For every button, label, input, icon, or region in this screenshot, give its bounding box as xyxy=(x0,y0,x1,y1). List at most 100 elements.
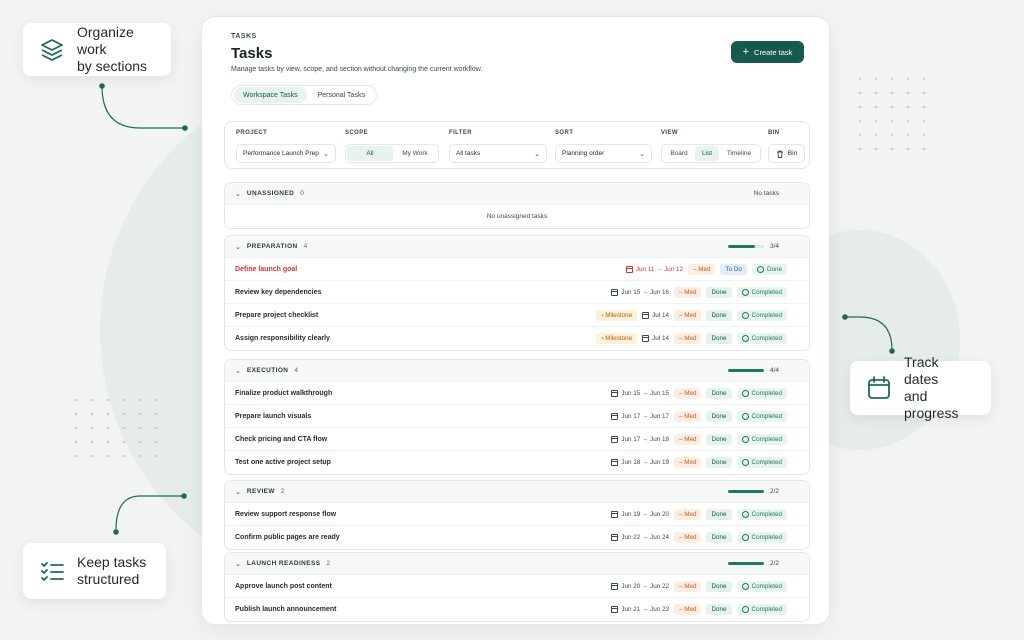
task-name[interactable]: Finalize product walkthrough xyxy=(235,390,332,397)
completion-badge[interactable]: Completed xyxy=(736,457,787,468)
bin-button[interactable]: Bin xyxy=(768,144,805,163)
chevron-down-icon[interactable]: ⌄ xyxy=(235,488,241,496)
status-badge[interactable]: To Do xyxy=(720,263,747,275)
tab-personal-tasks[interactable]: Personal Tasks xyxy=(309,87,374,103)
completion-badge[interactable]: Done xyxy=(751,263,787,275)
task-section: ⌄ UNASSIGNED 0 No tasks No unassigned ta… xyxy=(224,182,810,229)
task-date-text: Jul 14 xyxy=(652,311,669,319)
status-badge[interactable]: Done xyxy=(706,286,732,298)
filter-value: All tasks xyxy=(456,150,481,157)
task-name[interactable]: Approve launch post content xyxy=(235,583,332,590)
section-header[interactable]: ⌄ REVIEW 2 2/2 xyxy=(225,481,809,503)
status-badge[interactable]: Done xyxy=(706,410,732,422)
completion-badge[interactable]: Completed xyxy=(736,532,787,543)
task-name[interactable]: Test one active project setup xyxy=(235,459,331,466)
scope-all[interactable]: All xyxy=(347,146,393,161)
chevron-down-icon[interactable]: ⌄ xyxy=(235,243,241,251)
task-row[interactable]: Approve launch post content Jun 20 → Jun… xyxy=(225,575,809,598)
view-board[interactable]: Board xyxy=(663,146,695,161)
sort-select[interactable]: Planning order ⌄ xyxy=(555,144,652,163)
completion-badge[interactable]: Completed xyxy=(736,387,787,399)
check-circle-icon xyxy=(741,335,749,342)
filter-bar: PROJECT Performance Launch Prep ⌄ SCOPE A… xyxy=(224,121,810,169)
status-badge[interactable]: Done xyxy=(706,309,732,321)
page-title: Tasks xyxy=(231,45,273,62)
completion-badge[interactable]: Completed xyxy=(736,286,787,298)
section-header[interactable]: ⌄ PREPARATION 4 3/4 xyxy=(225,236,809,258)
task-row[interactable]: Assign responsibility clearly › Mileston… xyxy=(225,327,809,350)
completion-badge[interactable]: Completed xyxy=(736,580,787,592)
task-name[interactable]: Define launch goal xyxy=(235,266,297,273)
section-count: 4 xyxy=(303,243,308,250)
task-row[interactable]: Publish launch announcement Jun 21 → Jun… xyxy=(225,598,809,621)
section-header[interactable]: ⌄ UNASSIGNED 0 No tasks xyxy=(225,183,809,205)
task-name[interactable]: Check pricing and CTA flow xyxy=(235,436,327,443)
task-row[interactable]: Review support response flow Jun 19 → Ju… xyxy=(225,503,809,526)
section-progress-text: 2/2 xyxy=(769,488,779,495)
priority-badge[interactable]: – Med xyxy=(673,580,702,592)
completion-text: Completed xyxy=(751,335,782,342)
status-badge[interactable]: Done xyxy=(706,457,732,468)
task-date: Jul 14 xyxy=(642,311,669,319)
task-date: Jun 15 → Jun 16 xyxy=(611,288,669,296)
task-name[interactable]: Assign responsibility clearly xyxy=(235,335,330,342)
priority-badge[interactable]: – Med xyxy=(673,508,702,520)
task-name[interactable]: Prepare project checklist xyxy=(235,312,318,319)
create-task-button[interactable]: + Create task xyxy=(731,41,804,63)
calendar-icon xyxy=(611,389,619,397)
task-row[interactable]: Prepare launch visuals Jun 17 → Jun 17 –… xyxy=(225,405,809,428)
view-list[interactable]: List xyxy=(695,146,719,161)
completion-text: Done xyxy=(766,265,782,273)
status-badge[interactable]: Done xyxy=(706,604,732,615)
calendar-icon xyxy=(611,288,619,296)
priority-badge[interactable]: – Med xyxy=(673,387,702,399)
task-name[interactable]: Review key dependencies xyxy=(235,289,321,296)
completion-badge[interactable]: Completed xyxy=(736,508,787,520)
priority-badge[interactable]: – Med xyxy=(673,309,702,321)
filter-select[interactable]: All tasks ⌄ xyxy=(449,144,547,163)
status-badge[interactable]: Done xyxy=(706,387,732,399)
priority-badge[interactable]: – Med xyxy=(673,333,702,344)
tab-workspace-tasks[interactable]: Workspace Tasks xyxy=(234,87,307,103)
project-select[interactable]: Performance Launch Prep ⌄ xyxy=(236,144,336,163)
task-name[interactable]: Confirm public pages are ready xyxy=(235,534,340,541)
chevron-down-icon[interactable]: ⌄ xyxy=(235,560,241,568)
completion-badge[interactable]: Completed xyxy=(736,433,787,445)
section-header[interactable]: ⌄ LAUNCH READINESS 2 2/2 xyxy=(225,553,809,575)
task-row[interactable]: Review key dependencies Jun 15 → Jun 16 … xyxy=(225,281,809,304)
status-badge[interactable]: Done xyxy=(706,508,732,520)
priority-badge[interactable]: – Med xyxy=(687,263,716,275)
status-badge[interactable]: Done xyxy=(706,580,732,592)
priority-badge[interactable]: – Med xyxy=(673,433,702,445)
calendar-icon xyxy=(625,265,633,273)
section-progress-text: 3/4 xyxy=(769,243,779,250)
view-timeline[interactable]: Timeline xyxy=(719,146,759,161)
status-badge[interactable]: Done xyxy=(706,333,732,344)
task-row[interactable]: Finalize product walkthrough Jun 15 → Ju… xyxy=(225,382,809,405)
status-badge[interactable]: Done xyxy=(706,433,732,445)
chevron-down-icon[interactable]: ⌄ xyxy=(235,367,241,375)
chevron-down-icon[interactable]: ⌄ xyxy=(235,190,241,198)
completion-badge[interactable]: Completed xyxy=(736,333,787,344)
priority-badge[interactable]: – Med xyxy=(673,457,702,468)
task-row[interactable]: Test one active project setup Jun 18 → J… xyxy=(225,451,809,474)
task-row[interactable]: Prepare project checklist › Milestone Ju… xyxy=(225,304,809,327)
status-badge[interactable]: Done xyxy=(706,532,732,543)
priority-badge[interactable]: – Med xyxy=(673,286,702,298)
priority-badge[interactable]: – Med xyxy=(673,410,702,422)
section-name: LAUNCH READINESS xyxy=(246,560,321,567)
priority-badge[interactable]: – Med xyxy=(673,532,702,543)
task-name[interactable]: Prepare launch visuals xyxy=(235,413,311,420)
completion-badge[interactable]: Completed xyxy=(736,604,787,615)
task-row[interactable]: Define launch goal Jun 11 → Jun 12 – Med… xyxy=(225,258,809,281)
priority-badge[interactable]: – Med xyxy=(673,604,702,615)
task-row[interactable]: Check pricing and CTA flow Jun 17 → Jun … xyxy=(225,428,809,451)
callout-text: Track dates and progress xyxy=(904,354,959,421)
completion-badge[interactable]: Completed xyxy=(736,309,787,321)
section-header[interactable]: ⌄ EXECUTION 4 4/4 xyxy=(225,360,809,382)
scope-my-work[interactable]: My Work xyxy=(393,146,437,161)
task-name[interactable]: Publish launch announcement xyxy=(235,606,337,613)
task-row[interactable]: Confirm public pages are ready Jun 22 → … xyxy=(225,526,809,549)
completion-badge[interactable]: Completed xyxy=(736,410,787,422)
task-name[interactable]: Review support response flow xyxy=(235,511,336,518)
